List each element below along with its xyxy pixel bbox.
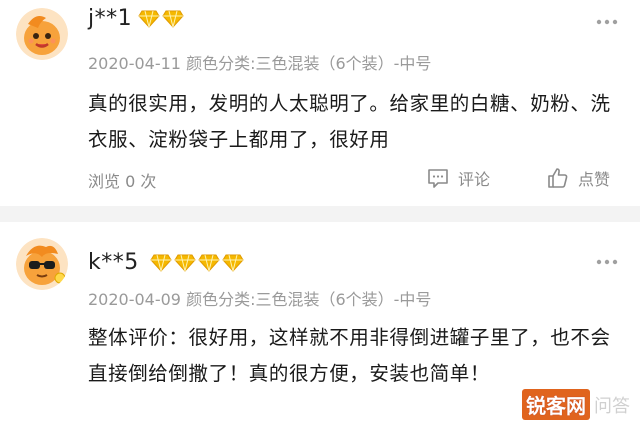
review-meta: 2020-04-09 颜色分类:三色混装（6个装）-中号 [88,286,431,310]
username: j**1 [88,6,133,31]
diamond-badge-icon [138,10,160,28]
avatar[interactable] [16,238,68,290]
username: k**5 [88,250,139,275]
review-date: 2020-04-09 [88,290,181,309]
watermark-suffix: 问答 [594,395,630,417]
view-count: 浏览 0 次 [88,172,157,191]
review-meta: 2020-04-11 颜色分类:三色混装（6个装）-中号 [88,50,431,74]
watermark-logo: 锐客网 [522,389,590,420]
comment-icon [428,169,448,188]
diamond-badge-icon [222,254,244,272]
diamond-badge-icon [198,254,220,272]
comment-label: 评论 [458,170,491,189]
thumbs-up-icon [548,168,568,188]
review-text: 真的很实用，发明的人太聪明了。给家里的白糖、奶粉、洗衣服、淀粉袋子上都用了，很好… [88,92,611,151]
member-badges [138,10,184,28]
diamond-badge-icon [150,254,172,272]
variant-info: 颜色分类:三色混装（6个装）-中号 [186,54,432,73]
site-watermark: 锐客网 问答 [522,389,630,420]
like-button[interactable]: 点赞 [546,164,610,192]
like-label: 点赞 [578,170,611,189]
diamond-badge-icon [174,254,196,272]
review-card: j**1 2020-04-11 颜色分类:三色混装（6个装）-中号 真的很实用，… [0,0,640,206]
review-text: 整体评价：很好用，这样就不用非得倒进罐子里了，也不会直接倒给倒撒了！真的很方便，… [88,326,611,385]
diamond-badge-icon [162,10,184,28]
avatar-mascot-icon [16,8,68,60]
review-divider [0,206,640,222]
comment-button[interactable]: 评论 [426,164,490,192]
avatar-mascot-sunglasses-icon [16,238,68,290]
review-footer: 浏览 0 次 评论 点赞 [88,164,628,194]
avatar[interactable] [16,8,68,60]
ellipsis-icon[interactable] [596,14,618,28]
review-date: 2020-04-11 [88,54,181,73]
member-badges [150,254,244,272]
variant-info: 颜色分类:三色混装（6个装）-中号 [186,290,432,309]
ellipsis-icon[interactable] [596,254,618,268]
